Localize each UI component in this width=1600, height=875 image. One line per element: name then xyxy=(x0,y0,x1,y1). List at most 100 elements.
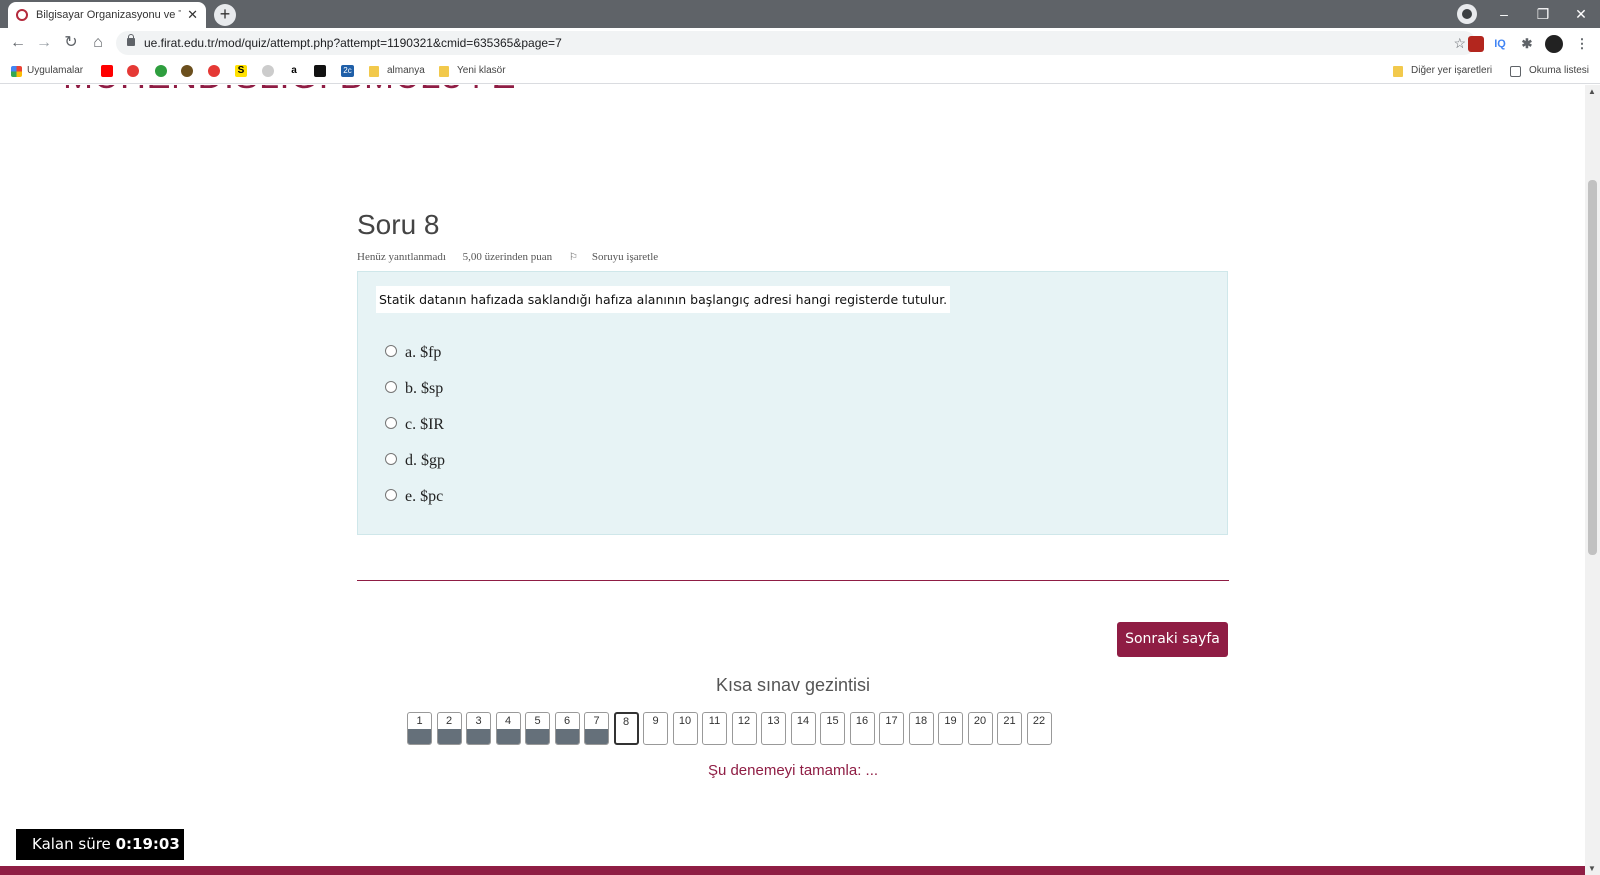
radio-button[interactable] xyxy=(385,381,397,393)
answer-label: d. $gp xyxy=(405,452,445,469)
forward-button[interactable]: → xyxy=(33,32,55,54)
red-circle-bookmark[interactable] xyxy=(127,64,144,78)
scroll-down-icon[interactable]: ▼ xyxy=(1588,864,1596,873)
2c-bookmark[interactable]: 2c xyxy=(341,64,359,78)
radio-button[interactable] xyxy=(385,345,397,357)
quiz-nav-button-13[interactable]: 13 xyxy=(761,712,786,745)
quiz-nav-button-20[interactable]: 20 xyxy=(967,712,993,745)
quiz-nav-button-4[interactable]: 4 xyxy=(495,712,521,745)
question-meta: Henüz yanıtlanmadı 5,00 üzerinden puan ⚐… xyxy=(357,251,686,263)
bookmark-reading-list-label: Okuma listesi xyxy=(1529,65,1590,76)
shield-extension-icon[interactable] xyxy=(1468,36,1484,52)
question-points: 5,00 üzerinden puan xyxy=(462,251,553,263)
back-button[interactable]: ← xyxy=(7,32,29,54)
extensions-icon[interactable]: ✱ xyxy=(1519,36,1535,52)
tab-search-icon[interactable] xyxy=(1457,4,1477,24)
quiz-nav-button-8[interactable]: 8 xyxy=(613,712,639,745)
quiz-nav-button-2[interactable]: 2 xyxy=(436,712,462,745)
quiz-nav-button-21[interactable]: 21 xyxy=(997,712,1022,745)
reload-button[interactable]: ↻ xyxy=(60,32,82,54)
tab-title: Bilgisayar Organizasyonu ve Tasa xyxy=(36,9,181,21)
folder-icon xyxy=(369,65,379,77)
close-window-button[interactable]: ✕ xyxy=(1566,4,1596,24)
s-icon: S xyxy=(235,65,247,77)
bookmarks-bar: Uygulamalar S a 2c almanya Yeni klasör D… xyxy=(0,58,1600,84)
red-circle-icon xyxy=(127,65,139,77)
answer-option-d[interactable]: d. $gp xyxy=(385,450,445,472)
quiz-nav-button-17[interactable]: 17 xyxy=(879,712,904,745)
radio-button[interactable] xyxy=(385,489,397,501)
quiz-nav-button-16[interactable]: 16 xyxy=(849,712,875,745)
amazon-icon: a xyxy=(291,65,297,76)
2c-icon: 2c xyxy=(341,65,354,77)
quiz-nav-button-5[interactable]: 5 xyxy=(525,712,550,745)
answer-option-c[interactable]: c. $IR xyxy=(385,414,444,436)
bookmark-star-icon[interactable]: ☆ xyxy=(1453,31,1466,55)
reading-list-icon xyxy=(1510,65,1521,77)
tab-close-icon[interactable]: ✕ xyxy=(187,7,198,23)
new-tab-button[interactable]: + xyxy=(214,4,236,26)
quiz-nav-button-10[interactable]: 10 xyxy=(672,712,698,745)
radio-button[interactable] xyxy=(385,417,397,429)
home-button[interactable]: ⌂ xyxy=(87,32,109,54)
answer-option-b[interactable]: b. $sp xyxy=(385,378,443,400)
menu-icon[interactable]: ⋮ xyxy=(1574,36,1590,52)
answer-label: b. $sp xyxy=(405,380,444,397)
iq-extension-icon[interactable]: IQ xyxy=(1492,36,1508,52)
browser-tabstrip: Bilgisayar Organizasyonu ve Tasa ✕ + – ❐… xyxy=(0,0,1600,28)
page-content: MÜHENDİSLİĞİ BMÜ234 Z Soru 8 Henüz yanıt… xyxy=(0,85,1585,875)
s-bookmark[interactable]: S xyxy=(235,64,252,78)
quiz-nav-button-22[interactable]: 22 xyxy=(1026,712,1052,745)
finish-attempt-link[interactable]: Şu denemeyi tamamla: ... xyxy=(357,762,1229,779)
bookmark-apps-label: Uygulamalar xyxy=(27,65,84,76)
bookmark-reading-list[interactable]: Okuma listesi xyxy=(1510,64,1589,78)
bookmark-almanya[interactable]: almanya xyxy=(369,64,425,78)
github-bookmark[interactable] xyxy=(262,64,279,78)
profile-avatar[interactable] xyxy=(1545,35,1563,53)
youtube-bookmark[interactable] xyxy=(101,64,118,78)
scroll-thumb[interactable] xyxy=(1588,180,1597,555)
quiz-nav-button-11[interactable]: 11 xyxy=(702,712,727,745)
power-bookmark[interactable] xyxy=(208,64,225,78)
question-status: Henüz yanıtlanmadı xyxy=(357,251,446,263)
power-icon xyxy=(208,65,220,77)
answer-label: a. $fp xyxy=(405,344,442,361)
minimize-button[interactable]: – xyxy=(1489,4,1519,24)
bookmark-other[interactable]: Diğer yer işaretleri xyxy=(1393,64,1492,78)
radio-button[interactable] xyxy=(385,453,397,465)
next-page-button[interactable]: Sonraki sayfa xyxy=(1117,622,1228,657)
quiz-nav-button-1[interactable]: 1 xyxy=(407,712,432,745)
scroll-up-icon[interactable]: ▲ xyxy=(1588,87,1596,96)
quiz-nav-button-6[interactable]: 6 xyxy=(554,712,580,745)
quiz-nav-button-7[interactable]: 7 xyxy=(584,712,609,745)
page-scrollbar[interactable]: ▲ ▼ xyxy=(1585,85,1600,875)
dark-bookmark[interactable] xyxy=(314,64,331,78)
folder-icon xyxy=(439,65,449,77)
address-bar[interactable]: ue.firat.edu.tr/mod/quiz/attempt.php?att… xyxy=(116,31,1476,55)
bookmark-apps[interactable]: Uygulamalar xyxy=(11,64,83,78)
quiz-nav-button-12[interactable]: 12 xyxy=(731,712,757,745)
bookmark-yeni-klasor[interactable]: Yeni klasör xyxy=(439,64,506,78)
amazon-bookmark[interactable]: a xyxy=(288,64,305,78)
brown-bookmark[interactable] xyxy=(181,64,198,78)
quiz-nav-button-14[interactable]: 14 xyxy=(790,712,816,745)
quiz-nav-button-3[interactable]: 3 xyxy=(466,712,491,745)
quiz-navigation-title: Kısa sınav gezintisi xyxy=(715,675,871,695)
globe-icon xyxy=(181,65,193,77)
browser-toolbar: ← → ↻ ⌂ ue.firat.edu.tr/mod/quiz/attempt… xyxy=(0,28,1600,58)
question-text: Statik datanın hafızada saklandığı hafız… xyxy=(376,286,950,313)
quiz-nav-button-18[interactable]: 18 xyxy=(908,712,934,745)
green-circle-icon xyxy=(155,65,167,77)
quiz-nav-button-9[interactable]: 9 xyxy=(643,712,668,745)
answer-label: c. $IR xyxy=(405,416,445,433)
bookmark-almanya-label: almanya xyxy=(387,65,425,76)
flag-question-link[interactable]: ⚐ Soruyu işaretle xyxy=(569,251,672,263)
quiz-nav-button-19[interactable]: 19 xyxy=(938,712,963,745)
answer-option-e[interactable]: e. $pc xyxy=(385,486,443,508)
restore-button[interactable]: ❐ xyxy=(1528,4,1558,24)
quiz-nav-button-15[interactable]: 15 xyxy=(820,712,845,745)
flag-icon: ⚐ xyxy=(568,252,578,263)
answer-option-a[interactable]: a. $fp xyxy=(385,342,441,364)
green-bookmark[interactable] xyxy=(155,64,172,78)
browser-tab[interactable]: Bilgisayar Organizasyonu ve Tasa ✕ xyxy=(8,2,206,28)
